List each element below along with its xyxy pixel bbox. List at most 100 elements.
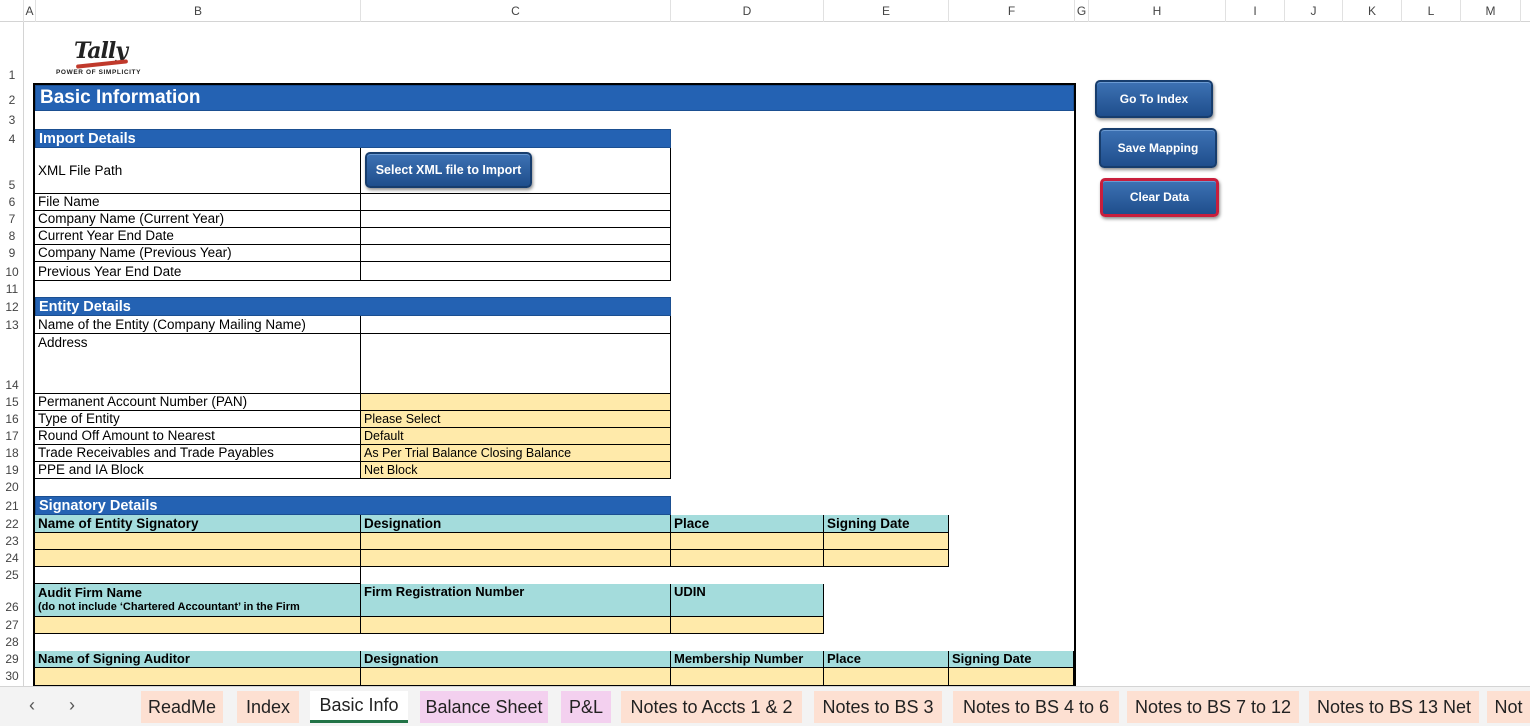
row-header[interactable]: 5 — [0, 178, 24, 192]
tab-readme[interactable]: ReadMe — [141, 691, 223, 723]
column-header-j[interactable]: J — [1285, 0, 1343, 22]
row-header[interactable]: 15 — [0, 395, 24, 409]
row-header[interactable]: 13 — [0, 318, 24, 332]
row-header[interactable]: 3 — [0, 113, 24, 127]
trade-select[interactable]: As Per Trial Balance Closing Balance — [361, 445, 671, 462]
tab-balance-sheet[interactable]: Balance Sheet — [420, 691, 548, 723]
blank-row-25[interactable] — [35, 567, 361, 584]
row-header[interactable]: 19 — [0, 463, 24, 477]
row-header[interactable]: 14 — [0, 378, 24, 392]
row-header[interactable]: 2 — [0, 93, 24, 107]
column-header-l[interactable]: L — [1402, 0, 1461, 22]
file-name-cell[interactable] — [361, 194, 671, 211]
column-header-b[interactable]: B — [36, 0, 361, 22]
row-header[interactable]: 6 — [0, 195, 24, 209]
row-header[interactable]: 11 — [0, 282, 24, 296]
tab-notes-to-bs-7-to-12[interactable]: Notes to BS 7 to 12 — [1127, 691, 1299, 723]
row-header[interactable]: 1 — [0, 68, 24, 82]
go-to-index-button[interactable]: Go To Index — [1095, 80, 1213, 118]
column-header-i[interactable]: I — [1226, 0, 1285, 22]
entity-type-select[interactable]: Please Select — [361, 411, 671, 428]
entity-name-cell[interactable] — [361, 316, 671, 334]
signatory-place-input[interactable] — [671, 550, 824, 567]
signatory-designation-input[interactable] — [361, 550, 671, 567]
row-header[interactable]: 12 — [0, 300, 24, 314]
previous-year-end-cell[interactable] — [361, 262, 671, 281]
signing-auditor-header: Name of Signing Auditor — [35, 651, 361, 668]
audit-firm-input[interactable] — [35, 617, 361, 634]
firm-registration-input[interactable] — [361, 617, 671, 634]
auditor-place-header: Place — [824, 651, 949, 668]
row-header[interactable]: 4 — [0, 132, 24, 146]
row-header[interactable]: 17 — [0, 429, 24, 443]
auditor-designation-input[interactable] — [361, 668, 671, 686]
signatory-date-input[interactable] — [824, 550, 949, 567]
company-name-current-label: Company Name (Current Year) — [35, 211, 361, 228]
entity-details-header: Entity Details — [35, 297, 671, 316]
row-header[interactable]: 20 — [0, 480, 24, 494]
row-header[interactable]: 26 — [0, 600, 24, 614]
row-header[interactable]: 21 — [0, 499, 24, 513]
save-mapping-button[interactable]: Save Mapping — [1099, 128, 1217, 168]
row-header[interactable]: 30 — [0, 669, 24, 683]
row-header[interactable]: 29 — [0, 652, 24, 666]
row-header[interactable]: 28 — [0, 635, 24, 649]
row-header[interactable]: 22 — [0, 517, 24, 531]
next-sheet-icon[interactable]: › — [69, 695, 75, 716]
column-header-e[interactable]: E — [824, 0, 949, 22]
row-header[interactable]: 25 — [0, 568, 24, 582]
auditor-designation-header: Designation — [361, 651, 671, 668]
signatory-date-header: Signing Date — [824, 515, 949, 533]
round-off-select[interactable]: Default — [361, 428, 671, 445]
select-xml-button[interactable]: Select XML file to Import — [365, 152, 532, 188]
column-header-a[interactable]: A — [24, 0, 36, 22]
column-header-f[interactable]: F — [949, 0, 1075, 22]
row-header[interactable]: 10 — [0, 265, 24, 279]
company-name-previous-cell[interactable] — [361, 245, 671, 262]
row-header[interactable]: 9 — [0, 246, 24, 260]
row-header[interactable]: 23 — [0, 534, 24, 548]
membership-number-input[interactable] — [671, 668, 824, 686]
clear-data-button[interactable]: Clear Data — [1100, 178, 1219, 217]
pan-input[interactable] — [361, 394, 671, 411]
tab-not[interactable]: Not — [1487, 691, 1530, 723]
signatory-name-input[interactable] — [35, 550, 361, 567]
column-header-g[interactable]: G — [1075, 0, 1089, 22]
signatory-date-input[interactable] — [824, 533, 949, 550]
tab-notes-to-bs-4-to-6[interactable]: Notes to BS 4 to 6 — [953, 691, 1119, 723]
row-header[interactable]: 7 — [0, 212, 24, 226]
column-header-d[interactable]: D — [671, 0, 824, 22]
tab-p-l[interactable]: P&L — [561, 691, 611, 723]
column-header-c[interactable]: C — [361, 0, 671, 22]
tab-index[interactable]: Index — [237, 691, 299, 723]
auditor-place-input[interactable] — [824, 668, 949, 686]
prev-sheet-icon[interactable]: ‹ — [29, 695, 35, 716]
ppe-select[interactable]: Net Block — [361, 462, 671, 479]
row-header[interactable]: 16 — [0, 412, 24, 426]
page-title: Basic Information — [35, 85, 1074, 111]
column-header-m[interactable]: M — [1461, 0, 1521, 22]
signatory-designation-input[interactable] — [361, 533, 671, 550]
import-details-header: Import Details — [35, 129, 671, 148]
tab-notes-to-bs-13-net[interactable]: Notes to BS 13 Net — [1309, 691, 1479, 723]
company-name-current-cell[interactable] — [361, 211, 671, 228]
entity-name-label: Name of the Entity (Company Mailing Name… — [35, 316, 361, 334]
select-all-corner[interactable] — [0, 0, 24, 22]
address-cell[interactable] — [361, 334, 671, 394]
row-header[interactable]: 24 — [0, 551, 24, 565]
current-year-end-cell[interactable] — [361, 228, 671, 245]
tab-basic-info[interactable]: Basic Info — [310, 691, 408, 723]
udin-input[interactable] — [671, 617, 824, 634]
tab-notes-to-bs-3[interactable]: Notes to BS 3 — [814, 691, 942, 723]
tab-notes-to-accts-1-2[interactable]: Notes to Accts 1 & 2 — [621, 691, 802, 723]
signatory-place-input[interactable] — [671, 533, 824, 550]
signatory-name-input[interactable] — [35, 533, 361, 550]
signing-auditor-input[interactable] — [35, 668, 361, 686]
column-header-h[interactable]: H — [1089, 0, 1226, 22]
row-header[interactable]: 8 — [0, 229, 24, 243]
row-header[interactable]: 18 — [0, 446, 24, 460]
row-header[interactable]: 27 — [0, 618, 24, 632]
signatory-place-header: Place — [671, 515, 824, 533]
auditor-date-input[interactable] — [949, 668, 1074, 686]
column-header-k[interactable]: K — [1343, 0, 1402, 22]
